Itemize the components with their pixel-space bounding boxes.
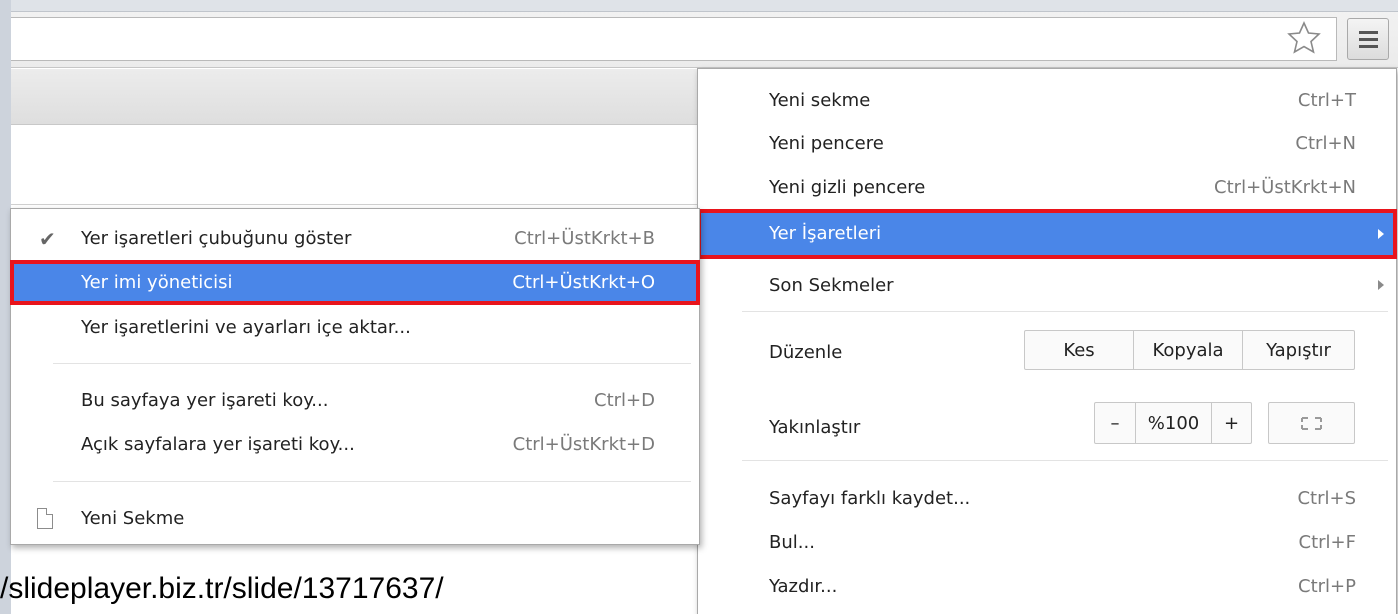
copy-button[interactable]: Kopyala: [1133, 331, 1242, 369]
menu-item-find[interactable]: Bul... Ctrl+F: [698, 523, 1396, 563]
menu-item-shortcut: Ctrl+ÜstKrkt+D: [512, 434, 655, 455]
menu-item-shortcut: Ctrl+ÜstKrkt+B: [514, 228, 655, 249]
submenu-item-bookmark-manager[interactable]: Yer imi yöneticisi Ctrl+ÜstKrkt+O: [10, 260, 700, 305]
fullscreen-button[interactable]: [1268, 402, 1355, 444]
menu-item-label: Düzenle: [769, 342, 843, 363]
page-header-band: [11, 69, 701, 125]
menu-item-shortcut: Ctrl+T: [1297, 90, 1356, 111]
menu-item-print[interactable]: Yazdır... Ctrl+P: [698, 567, 1396, 607]
address-bar[interactable]: [11, 17, 1337, 61]
menu-separator: [742, 311, 1388, 312]
menu-item-label: Yeni sekme: [769, 90, 871, 111]
menu-item-label: Açık sayfalara yer işareti koy...: [81, 434, 355, 455]
menu-item-shortcut: Ctrl+P: [1298, 576, 1356, 597]
menu-item-shortcut: Ctrl+D: [594, 390, 655, 411]
submenu-item-bookmark-this-page[interactable]: Bu sayfaya yer işareti koy... Ctrl+D: [11, 381, 699, 421]
menu-item-label: Yeni Sekme: [81, 508, 185, 529]
submenu-item-import-bookmarks[interactable]: Yer işaretlerini ve ayarları içe aktar..…: [11, 308, 699, 348]
page-icon: [37, 508, 53, 529]
menu-item-label: Bul...: [769, 532, 815, 553]
menu-item-shortcut: Ctrl+ÜstKrkt+O: [512, 272, 655, 293]
menu-item-shortcut: Ctrl+F: [1298, 532, 1356, 553]
bookmarks-submenu: ✔ Yer işaretleri çubuğunu göster Ctrl+Üs…: [10, 208, 700, 545]
menu-item-label: Yer işaretleri çubuğunu göster: [81, 228, 352, 249]
menu-separator: [53, 481, 691, 482]
submenu-item-show-bookmarks-bar[interactable]: ✔ Yer işaretleri çubuğunu göster Ctrl+Üs…: [11, 219, 699, 259]
zoom-out-button[interactable]: –: [1095, 403, 1135, 443]
checkmark-icon: ✔: [39, 227, 56, 251]
menu-item-label: Yer İşaretleri: [769, 223, 882, 244]
zoom-control-group: – %100 +: [1094, 402, 1252, 444]
source-watermark: /slideplayer.biz.tr/slide/13717637/: [0, 572, 444, 605]
menu-item-recent-tabs[interactable]: Son Sekmeler: [698, 266, 1396, 306]
menu-item-shortcut: Ctrl+ÜstKrkt+N: [1214, 177, 1356, 198]
menu-item-label: Sayfayı farklı kaydet...: [769, 488, 971, 509]
tab-strip: [0, 0, 1398, 12]
menu-item-label: Yazdır...: [769, 576, 838, 597]
menu-item-new-window[interactable]: Yeni pencere Ctrl+N: [698, 124, 1396, 164]
submenu-arrow-icon: [1378, 280, 1384, 290]
submenu-arrow-icon: [1378, 229, 1384, 239]
zoom-level-value: %100: [1135, 403, 1211, 443]
menu-separator: [742, 460, 1388, 461]
menu-item-edit: Düzenle Kes Kopyala Yapıştır: [698, 330, 1396, 373]
browser-toolbar: [0, 0, 1398, 68]
menu-item-bookmarks[interactable]: Yer İşaretleri: [697, 209, 1397, 259]
hamburger-menu-icon[interactable]: [1347, 18, 1389, 60]
menu-item-shortcut: Ctrl+N: [1295, 133, 1356, 154]
menu-item-label: Yer imi yöneticisi: [81, 272, 233, 293]
menu-item-save-page-as[interactable]: Sayfayı farklı kaydet... Ctrl+S: [698, 479, 1396, 519]
menu-item-new-tab[interactable]: Yeni sekme Ctrl+T: [698, 81, 1396, 121]
browser-window: /slideplayer.biz.tr/slide/13717637/ Yeni…: [0, 0, 1398, 614]
menu-item-label: Son Sekmeler: [769, 275, 894, 296]
menu-separator: [53, 363, 691, 364]
edit-button-group: Kes Kopyala Yapıştır: [1024, 330, 1355, 370]
menu-item-label: Yakınlaştır: [769, 417, 861, 438]
chrome-main-menu: Yeni sekme Ctrl+T Yeni pencere Ctrl+N Ye…: [697, 68, 1397, 614]
paste-button[interactable]: Yapıştır: [1242, 331, 1354, 369]
menu-item-zoom: Yakınlaştır – %100 +: [698, 402, 1396, 448]
menu-item-incognito-window[interactable]: Yeni gizli pencere Ctrl+ÜstKrkt+N: [698, 168, 1396, 208]
menu-item-label: Yeni gizli pencere: [769, 177, 926, 198]
page-divider: [11, 204, 701, 205]
menu-item-label: Yer işaretlerini ve ayarları içe aktar..…: [81, 317, 411, 338]
cut-button[interactable]: Kes: [1025, 331, 1133, 369]
menu-item-label: Bu sayfaya yer işareti koy...: [81, 390, 329, 411]
star-icon[interactable]: [1284, 18, 1324, 58]
menu-item-shortcut: Ctrl+S: [1297, 488, 1356, 509]
menu-item-label: Yeni pencere: [769, 133, 884, 154]
submenu-item-bookmark-open-pages[interactable]: Açık sayfalara yer işareti koy... Ctrl+Ü…: [11, 425, 699, 465]
fullscreen-icon: [1301, 417, 1322, 430]
zoom-in-button[interactable]: +: [1211, 403, 1251, 443]
submenu-item-new-tab-bookmark[interactable]: Yeni Sekme: [11, 499, 699, 539]
